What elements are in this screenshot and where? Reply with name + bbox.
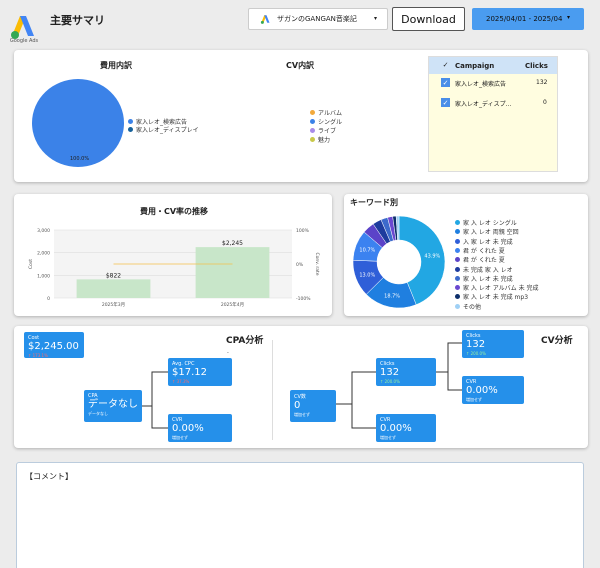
cpa-cvr-kpi: CVR 0.00% 増加せず <box>168 414 232 442</box>
cvr-right-kpi: CVR 0.00% 増加せず <box>462 376 524 404</box>
avg-cpc-kpi: Avg. CPC $17.12 ↑ 37.3% <box>168 358 232 386</box>
cv-count-kpi: CV数 0 増加せず <box>290 390 336 422</box>
cost-kpi: Cost $2,245.00 ↑ 173.1% <box>24 332 84 358</box>
cpa-kpi: CPA データなし データなし <box>84 390 142 422</box>
comment-label: 【コメント】 <box>25 472 73 481</box>
cv-clicks-kpi: Clicks 132 ↑ 200.0% <box>376 358 436 386</box>
clicks-top-kpi: Clicks 132 ↑ 200.0% <box>462 330 524 358</box>
comment-textarea[interactable]: 【コメント】 <box>16 462 584 568</box>
cv-cvr-kpi: CVR 0.00% 増加せず <box>376 414 436 442</box>
